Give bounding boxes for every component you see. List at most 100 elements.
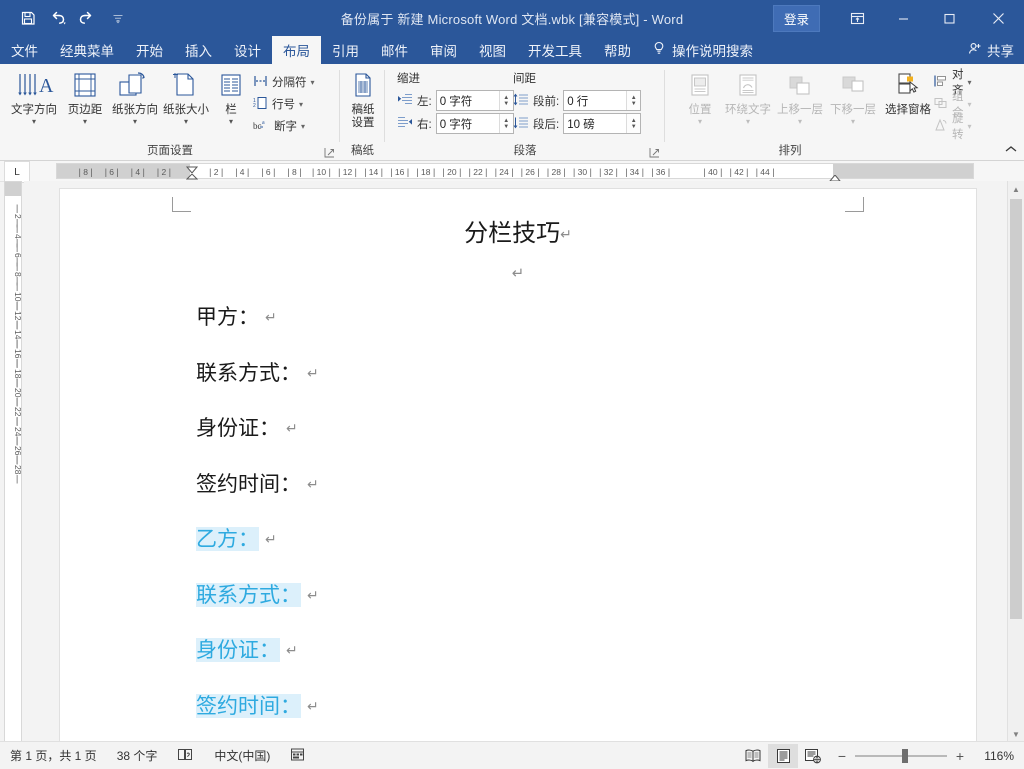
manuscript-settings-button[interactable]: 稿纸 设置: [336, 68, 390, 130]
chevron-down-icon[interactable]: ▾: [798, 118, 802, 126]
chevron-down-icon[interactable]: ▾: [311, 78, 315, 87]
selection-pane-button[interactable]: 选择窗格: [878, 68, 938, 117]
zoom-slider[interactable]: − +: [828, 748, 974, 764]
chevron-down-icon[interactable]: ▾: [746, 118, 750, 126]
chevron-down-icon[interactable]: ▾: [301, 122, 305, 131]
page-setup-dialog-launcher[interactable]: [324, 145, 336, 158]
tab-help[interactable]: 帮助: [593, 36, 642, 64]
tab-file[interactable]: 文件: [0, 36, 49, 64]
chevron-down-icon[interactable]: ▾: [299, 100, 303, 109]
indent-right-spinner[interactable]: ▲▼: [435, 113, 514, 134]
accessibility-status[interactable]: [280, 747, 315, 765]
spacing-before-spinner[interactable]: ▲▼: [563, 90, 642, 111]
hyphenation-button[interactable]: bc a 断字 ▾: [253, 116, 305, 136]
chevron-down-icon[interactable]: ▾: [968, 122, 972, 131]
share-button[interactable]: 共享: [968, 36, 1014, 64]
spacing-after-input[interactable]: [564, 114, 627, 133]
text-direction-button[interactable]: A 文字方向 ▾: [7, 68, 61, 126]
save-icon[interactable]: [14, 5, 42, 31]
proofing-status[interactable]: [167, 747, 204, 765]
word-count[interactable]: 38 个字: [107, 747, 168, 764]
document-heading[interactable]: 分栏技巧↵: [60, 213, 976, 248]
margins-button[interactable]: 页边距 ▾: [58, 68, 112, 126]
spacing-after-spinner[interactable]: ▲▼: [563, 113, 642, 134]
collapse-ribbon-chevron-up-icon[interactable]: [1004, 142, 1018, 156]
spinner-arrows[interactable]: ▲ ▼: [626, 91, 641, 110]
scroll-up-arrow-icon[interactable]: ▲: [1008, 181, 1024, 197]
indent-left-spinner[interactable]: ▲▼: [435, 90, 514, 111]
paragraph-dialog-launcher[interactable]: [649, 145, 661, 158]
document-blank-paragraph[interactable]: ↵: [60, 264, 976, 283]
zoom-thumb[interactable]: [901, 748, 908, 763]
view-web-layout-button[interactable]: [798, 744, 828, 768]
zoom-percentage[interactable]: 116%: [974, 749, 1024, 763]
scroll-down-arrow-icon[interactable]: ▼: [1008, 726, 1024, 742]
scrollbar-thumb[interactable]: [1010, 199, 1022, 619]
chevron-down-icon[interactable]: ▾: [851, 118, 855, 126]
document-paragraph[interactable]: 身份证： ↵: [196, 412, 298, 442]
document-paragraph[interactable]: 乙方： ↵: [196, 523, 277, 553]
document-paragraph[interactable]: 联系方式： ↵: [196, 579, 319, 609]
document-canvas[interactable]: 分栏技巧↵ ↵ 甲方： ↵ 联系方式： ↵ 身份证： ↵ 签约时间： ↵ 乙方： ↵ 联系方式： ↵ 身…: [24, 181, 1024, 742]
position-button[interactable]: 位置 ▾: [673, 68, 727, 126]
document-page[interactable]: 分栏技巧↵ ↵ 甲方： ↵ 联系方式： ↵ 身份证： ↵ 签约时间： ↵ 乙方： ↵ 联系方式： ↵ 身…: [60, 189, 976, 742]
document-paragraph[interactable]: 签约时间： ↵: [196, 690, 319, 720]
document-paragraph[interactable]: 联系方式： ↵: [196, 357, 319, 387]
chevron-down-icon[interactable]: ▾: [968, 100, 972, 109]
paper-size-button[interactable]: 纸张大小 ▾: [159, 68, 213, 126]
chevron-down-icon[interactable]: ▾: [229, 118, 233, 126]
document-paragraph[interactable]: 签约时间： ↵: [196, 468, 319, 498]
spinner-arrows[interactable]: ▲ ▼: [498, 91, 513, 110]
page-indicator[interactable]: 第 1 页，共 1 页: [0, 747, 107, 764]
language-indicator[interactable]: 中文(中国): [204, 747, 280, 764]
chevron-down-icon[interactable]: ▾: [968, 78, 972, 87]
tab-references[interactable]: 引用: [321, 36, 370, 64]
indent-left-input[interactable]: [436, 91, 499, 110]
tab-insert[interactable]: 插入: [174, 36, 223, 64]
customize-qat-chevron-down-icon[interactable]: [104, 5, 132, 31]
tell-me-search[interactable]: 操作说明搜索: [642, 36, 753, 64]
rotate-objects-button[interactable]: 旋转 ▾: [933, 113, 972, 141]
indent-right-input[interactable]: [436, 114, 499, 133]
line-numbers-button[interactable]: 12 行号 ▾: [253, 94, 303, 114]
send-backward-button[interactable]: 下移一层 ▾: [826, 68, 880, 126]
ribbon-display-options-icon[interactable]: [834, 0, 880, 36]
sign-in-button[interactable]: 登录: [772, 4, 820, 32]
spinner-arrows[interactable]: ▲ ▼: [498, 114, 513, 133]
bring-forward-button[interactable]: 上移一层 ▾: [773, 68, 827, 126]
zoom-in-button[interactable]: +: [954, 748, 966, 764]
breaks-button[interactable]: 分隔符 ▾: [253, 72, 315, 92]
vertical-scrollbar[interactable]: ▲ ▼: [1007, 181, 1024, 742]
chevron-down-icon[interactable]: ▾: [32, 118, 36, 126]
redo-icon[interactable]: [74, 5, 102, 31]
wrap-text-button[interactable]: 环绕文字 ▾: [721, 68, 775, 126]
tab-layout[interactable]: 布局: [272, 36, 321, 64]
close-icon[interactable]: [972, 0, 1024, 36]
tab-classic-menu[interactable]: 经典菜单: [49, 36, 125, 64]
minimize-icon[interactable]: [880, 0, 926, 36]
tab-design[interactable]: 设计: [223, 36, 272, 64]
tab-developer[interactable]: 开发工具: [517, 36, 593, 64]
horizontal-ruler[interactable]: L ❘8❘ ❘6❘ ❘4❘ ❘2❘ ❘2❘ ❘4❘ ❘6❘ ❘8❘ ❘10❘ ❘12❘ ❘14❘ ❘1…: [0, 161, 1024, 187]
zoom-track[interactable]: [855, 748, 947, 763]
tab-home[interactable]: 开始: [125, 36, 174, 64]
vertical-ruler[interactable]: ❘2❘ ❘4❘ ❘6❘ ❘8❘ ❘10❘ ❘12❘ ❘14❘ ❘16❘ ❘18❘ ❘20❘ ❘22❘…: [4, 181, 22, 742]
tab-stop-selector[interactable]: L: [4, 161, 30, 183]
tab-view[interactable]: 视图: [468, 36, 517, 64]
undo-icon[interactable]: [44, 5, 72, 31]
maximize-icon[interactable]: [926, 0, 972, 36]
spinner-arrows[interactable]: ▲ ▼: [626, 114, 641, 133]
tab-review[interactable]: 审阅: [419, 36, 468, 64]
document-paragraph[interactable]: 身份证： ↵: [196, 634, 298, 664]
chevron-down-icon[interactable]: ▾: [698, 118, 702, 126]
document-paragraph[interactable]: 甲方： ↵: [196, 301, 277, 331]
orientation-button[interactable]: 纸张方向 ▾: [108, 68, 162, 126]
zoom-out-button[interactable]: −: [836, 748, 848, 764]
view-read-mode-button[interactable]: [738, 744, 768, 768]
tab-mailings[interactable]: 邮件: [370, 36, 419, 64]
columns-button[interactable]: 栏 ▾: [211, 68, 251, 126]
spacing-before-input[interactable]: [564, 91, 627, 110]
chevron-down-icon[interactable]: ▾: [133, 118, 137, 126]
chevron-down-icon[interactable]: ▾: [184, 118, 188, 126]
view-print-layout-button[interactable]: [768, 743, 798, 768]
